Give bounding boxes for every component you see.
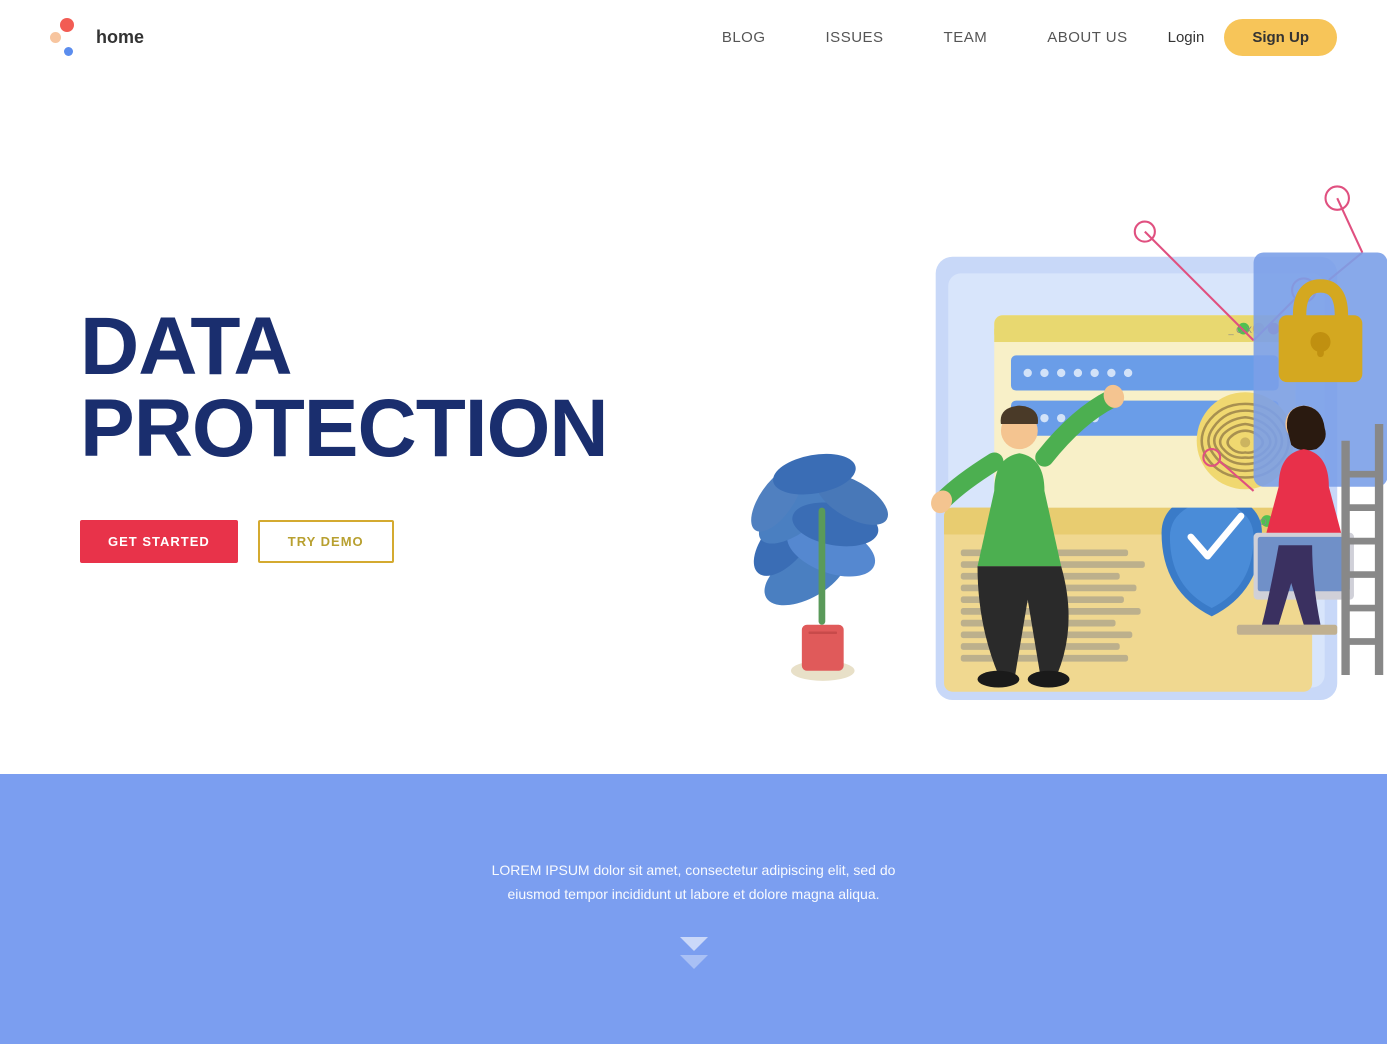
logo-text: home — [96, 27, 144, 48]
logo[interactable]: home — [50, 18, 144, 56]
login-button[interactable]: Login — [1168, 29, 1205, 46]
scroll-arrows — [680, 937, 708, 969]
nav-links: BLOG ISSUES TEAM ABOUT US — [722, 29, 1128, 46]
nav-link-team[interactable]: TEAM — [944, 29, 988, 46]
dot-red — [60, 18, 74, 32]
nav-link-issues[interactable]: ISSUES — [826, 29, 884, 46]
bottom-section: LOREM IPSUM dolor sit amet, consectetur … — [0, 774, 1387, 1044]
dot-yellow — [50, 32, 61, 43]
hero-title-line2: PROTECTION — [80, 388, 608, 470]
hero-illustration: _ O X _ O X — [668, 74, 1387, 774]
signup-button[interactable]: Sign Up — [1224, 19, 1337, 56]
bottom-lorem-text: LOREM IPSUM dolor sit amet, consectetur … — [484, 859, 904, 907]
arrow-down-2 — [680, 955, 708, 969]
arrow-down-1 — [680, 937, 708, 951]
hero-section: DATA PROTECTION GET STARTED TRY DEMO — [0, 74, 1387, 774]
hero-left: DATA PROTECTION GET STARTED TRY DEMO — [0, 74, 668, 774]
illustration-svg: _ O X _ O X — [668, 74, 1387, 774]
hero-buttons: GET STARTED TRY DEMO — [80, 520, 608, 563]
hero-title-line1: DATA — [80, 301, 292, 392]
dot-blue — [64, 47, 73, 56]
navbar: home BLOG ISSUES TEAM ABOUT US Login Sig… — [0, 0, 1387, 74]
hero-title: DATA PROTECTION — [80, 306, 608, 470]
nav-link-blog[interactable]: BLOG — [722, 29, 766, 46]
nav-actions: Login Sign Up — [1168, 19, 1337, 56]
nav-link-about[interactable]: ABOUT US — [1047, 29, 1127, 46]
try-demo-button[interactable]: TRY DEMO — [258, 520, 394, 563]
get-started-button[interactable]: GET STARTED — [80, 520, 238, 563]
logo-dots — [50, 18, 88, 56]
